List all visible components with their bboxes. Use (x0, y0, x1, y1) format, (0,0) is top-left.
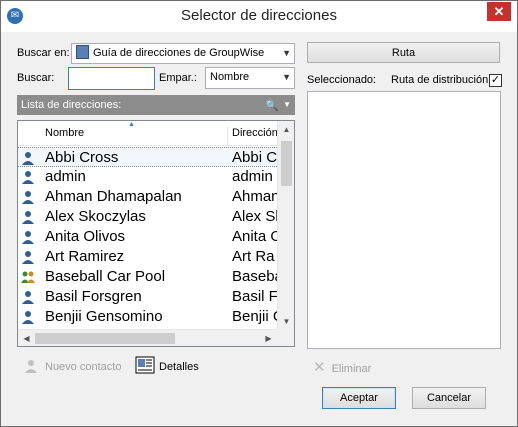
person-icon (22, 291, 34, 304)
list-item[interactable]: Ahman Dhamapalan Ahman (18, 187, 277, 207)
list-item[interactable]: admin admin (18, 167, 277, 187)
address-book-icon (76, 45, 89, 59)
search-in-dropdown[interactable]: Guía de direcciones de GroupWise ▼ (71, 43, 295, 64)
distribution-route-checkbox[interactable]: ✓ (489, 74, 502, 87)
address-list-header: Lista de direcciones: 🔍 ▼ (17, 95, 295, 115)
contact-address: Anita O (232, 228, 277, 245)
contact-name: Abbi Cross (45, 149, 119, 166)
contact-address: Benjii G (232, 308, 277, 325)
chevron-down-icon[interactable]: ▼ (283, 95, 291, 115)
accept-button[interactable]: Aceptar (322, 387, 396, 409)
window-title: Selector de direcciones (181, 7, 337, 24)
list-item[interactable]: Art Ramirez Art Ra (18, 247, 277, 267)
person-icon (22, 211, 34, 224)
distribution-route-label: Ruta de distribución (391, 74, 489, 86)
route-button[interactable]: Ruta (307, 42, 500, 63)
contact-address: Alex Sk (232, 208, 277, 225)
search-in-value: Guía de direcciones de GroupWise (93, 47, 265, 59)
remove-icon: ✕ (313, 359, 326, 376)
list-item[interactable]: Abbi Cross Abbi C (18, 147, 277, 167)
chevron-down-icon: ▼ (282, 72, 291, 82)
scroll-left-icon[interactable]: ◀ (18, 330, 35, 346)
contact-address: admin (232, 168, 273, 185)
column-header-address[interactable]: Dirección (232, 127, 278, 139)
scroll-thumb[interactable] (281, 141, 292, 186)
group-icon (21, 271, 35, 283)
scroll-right-icon[interactable]: ▶ (260, 330, 277, 346)
person-icon (22, 191, 34, 204)
address-list-title: Lista de direcciones: (21, 99, 122, 111)
contact-name: Ahman Dhamapalan (45, 188, 182, 205)
details-action[interactable]: Detalles (135, 356, 199, 374)
person-icon (22, 171, 34, 184)
title-bar: ✉ Selector de direcciones ✕ (1, 1, 517, 32)
details-icon (135, 356, 155, 374)
close-button[interactable]: ✕ (487, 2, 511, 21)
selected-label: Seleccionado: (307, 74, 377, 86)
horizontal-scrollbar[interactable]: ◀ ▶ (18, 329, 277, 346)
search-icon[interactable]: 🔍 (265, 96, 279, 116)
column-header-row: ▲ Nombre Dirección (18, 121, 278, 146)
scrollbar-corner (277, 329, 294, 346)
address-selector-window: ✉ Selector de direcciones ✕ Buscar en: G… (0, 0, 518, 427)
contact-address: Baseba (232, 268, 277, 285)
contact-name: admin (45, 168, 86, 185)
column-header-name[interactable]: Nombre (45, 127, 228, 146)
person-icon (22, 251, 34, 264)
match-value: Nombre (210, 71, 250, 83)
contact-name: Alex Skoczylas (45, 208, 146, 225)
new-contact-action[interactable]: Nuevo contacto (23, 358, 121, 374)
contact-address: Ahman (232, 188, 277, 205)
vertical-scrollbar[interactable]: ▲ ▼ (277, 121, 294, 330)
contact-name: Art Ramirez (45, 248, 125, 265)
match-label: Empar.: (159, 72, 197, 84)
search-in-label: Buscar en: (17, 47, 70, 59)
scroll-down-icon[interactable]: ▼ (278, 313, 294, 330)
new-contact-icon (25, 360, 37, 373)
hscroll-thumb[interactable] (35, 333, 175, 344)
contact-name: Basil Forsgren (45, 288, 142, 305)
list-item[interactable]: Baseball Car Pool Baseba (18, 267, 277, 287)
person-icon (22, 152, 34, 165)
contact-name: Baseball Car Pool (45, 268, 166, 285)
search-input[interactable] (68, 67, 155, 90)
contact-name: Anita Olivos (45, 228, 126, 245)
contact-address: Abbi C (232, 149, 277, 166)
new-contact-label: Nuevo contacto (45, 361, 122, 373)
search-label: Buscar: (17, 72, 55, 84)
person-icon (22, 311, 34, 324)
chevron-down-icon: ▼ (282, 48, 291, 58)
match-dropdown[interactable]: Nombre ▼ (205, 67, 295, 89)
person-icon (22, 231, 34, 244)
list-item[interactable]: Basil Forsgren Basil F (18, 287, 277, 307)
details-label: Detalles (159, 361, 199, 373)
contact-address: Art Ra (232, 248, 275, 265)
remove-action[interactable]: ✕ Eliminar (313, 358, 371, 376)
scroll-up-icon[interactable]: ▲ (278, 121, 294, 138)
address-list[interactable]: ▲ Nombre Dirección Abbi Cross Abbi Cadmin… (17, 120, 295, 347)
contact-address: Basil F (232, 288, 277, 305)
remove-label: Eliminar (331, 363, 372, 375)
list-item[interactable]: Benjii Gensomino Benjii G (18, 307, 277, 327)
contact-name: Benjii Gensomino (45, 308, 163, 325)
list-item[interactable]: Anita Olivos Anita O (18, 227, 277, 247)
cancel-button[interactable]: Cancelar (412, 387, 486, 409)
list-item[interactable]: Alex Skoczylas Alex Sk (18, 207, 277, 227)
selected-list[interactable] (307, 91, 501, 349)
